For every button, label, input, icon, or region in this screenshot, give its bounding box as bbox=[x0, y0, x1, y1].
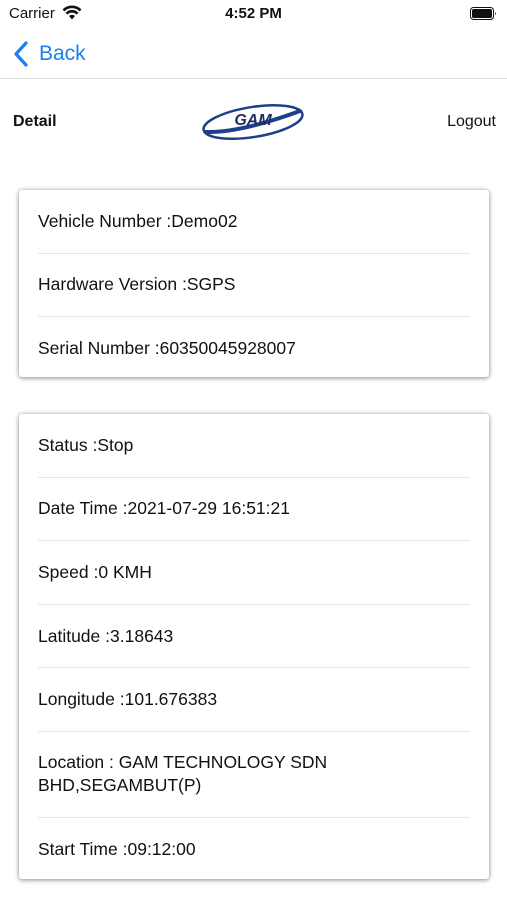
longitude-value: 101.676383 bbox=[124, 689, 218, 710]
vehicle-info-card: Vehicle NumberDemo02 Hardware VersionSGP… bbox=[19, 190, 489, 377]
gam-logo: GAM bbox=[202, 103, 304, 141]
battery-icon bbox=[470, 7, 496, 20]
hardware-version-row: Hardware VersionSGPS bbox=[38, 254, 470, 318]
hardware-version-label: Hardware Version bbox=[38, 273, 187, 296]
status-row: StatusStop bbox=[38, 414, 470, 478]
speed-row: Speed0 KMH bbox=[38, 541, 470, 605]
date-time-label: Date Time bbox=[38, 497, 127, 520]
latitude-value: 3.18643 bbox=[110, 625, 174, 646]
serial-number-label: Serial Number bbox=[38, 337, 160, 360]
clock: 4:52 PM bbox=[225, 5, 282, 22]
location-label: Location bbox=[38, 752, 119, 772]
start-time-value: 09:12:00 bbox=[127, 839, 196, 860]
vehicle-status-card: StatusStop Date Time2021-07-29 16:51:21 … bbox=[19, 414, 489, 879]
status-label: Status bbox=[38, 434, 97, 457]
status-bar: Carrier 4:52 PM bbox=[0, 0, 507, 30]
date-time-value: 2021-07-29 16:51:21 bbox=[127, 498, 290, 519]
speed-value: 0 KMH bbox=[98, 561, 152, 582]
serial-number-value: 60350045928007 bbox=[159, 338, 296, 359]
vehicle-number-row: Vehicle NumberDemo02 bbox=[38, 190, 470, 254]
back-button[interactable]: Back bbox=[13, 39, 86, 69]
speed-label: Speed bbox=[38, 561, 98, 584]
hardware-version-value: SGPS bbox=[186, 274, 236, 295]
status-value: Stop bbox=[97, 434, 134, 455]
location-text: LocationGAM TECHNOLOGY SDN BHD,SEGAMBUT(… bbox=[38, 751, 378, 797]
latitude-row: Latitude3.18643 bbox=[38, 605, 470, 669]
logout-button[interactable]: Logout bbox=[447, 113, 496, 131]
serial-number-row: Serial Number60350045928007 bbox=[38, 317, 470, 381]
longitude-row: Longitude101.676383 bbox=[38, 668, 470, 732]
page-title: Detail bbox=[13, 113, 57, 130]
vehicle-number-label: Vehicle Number bbox=[38, 210, 171, 233]
chevron-left-icon bbox=[14, 41, 28, 67]
back-label: Back bbox=[39, 42, 86, 65]
page-header: Detail GAM Logout bbox=[0, 95, 507, 149]
start-time-label: Start Time bbox=[38, 838, 127, 861]
longitude-label: Longitude bbox=[38, 688, 125, 711]
navigation-bar: Back bbox=[0, 30, 507, 79]
start-time-row: Start Time09:12:00 bbox=[38, 818, 470, 882]
logo-text: GAM bbox=[234, 112, 272, 129]
latitude-label: Latitude bbox=[38, 625, 110, 648]
vehicle-number-value: Demo02 bbox=[171, 210, 238, 231]
date-time-row: Date Time2021-07-29 16:51:21 bbox=[38, 478, 470, 542]
location-row: LocationGAM TECHNOLOGY SDN BHD,SEGAMBUT(… bbox=[38, 732, 470, 818]
